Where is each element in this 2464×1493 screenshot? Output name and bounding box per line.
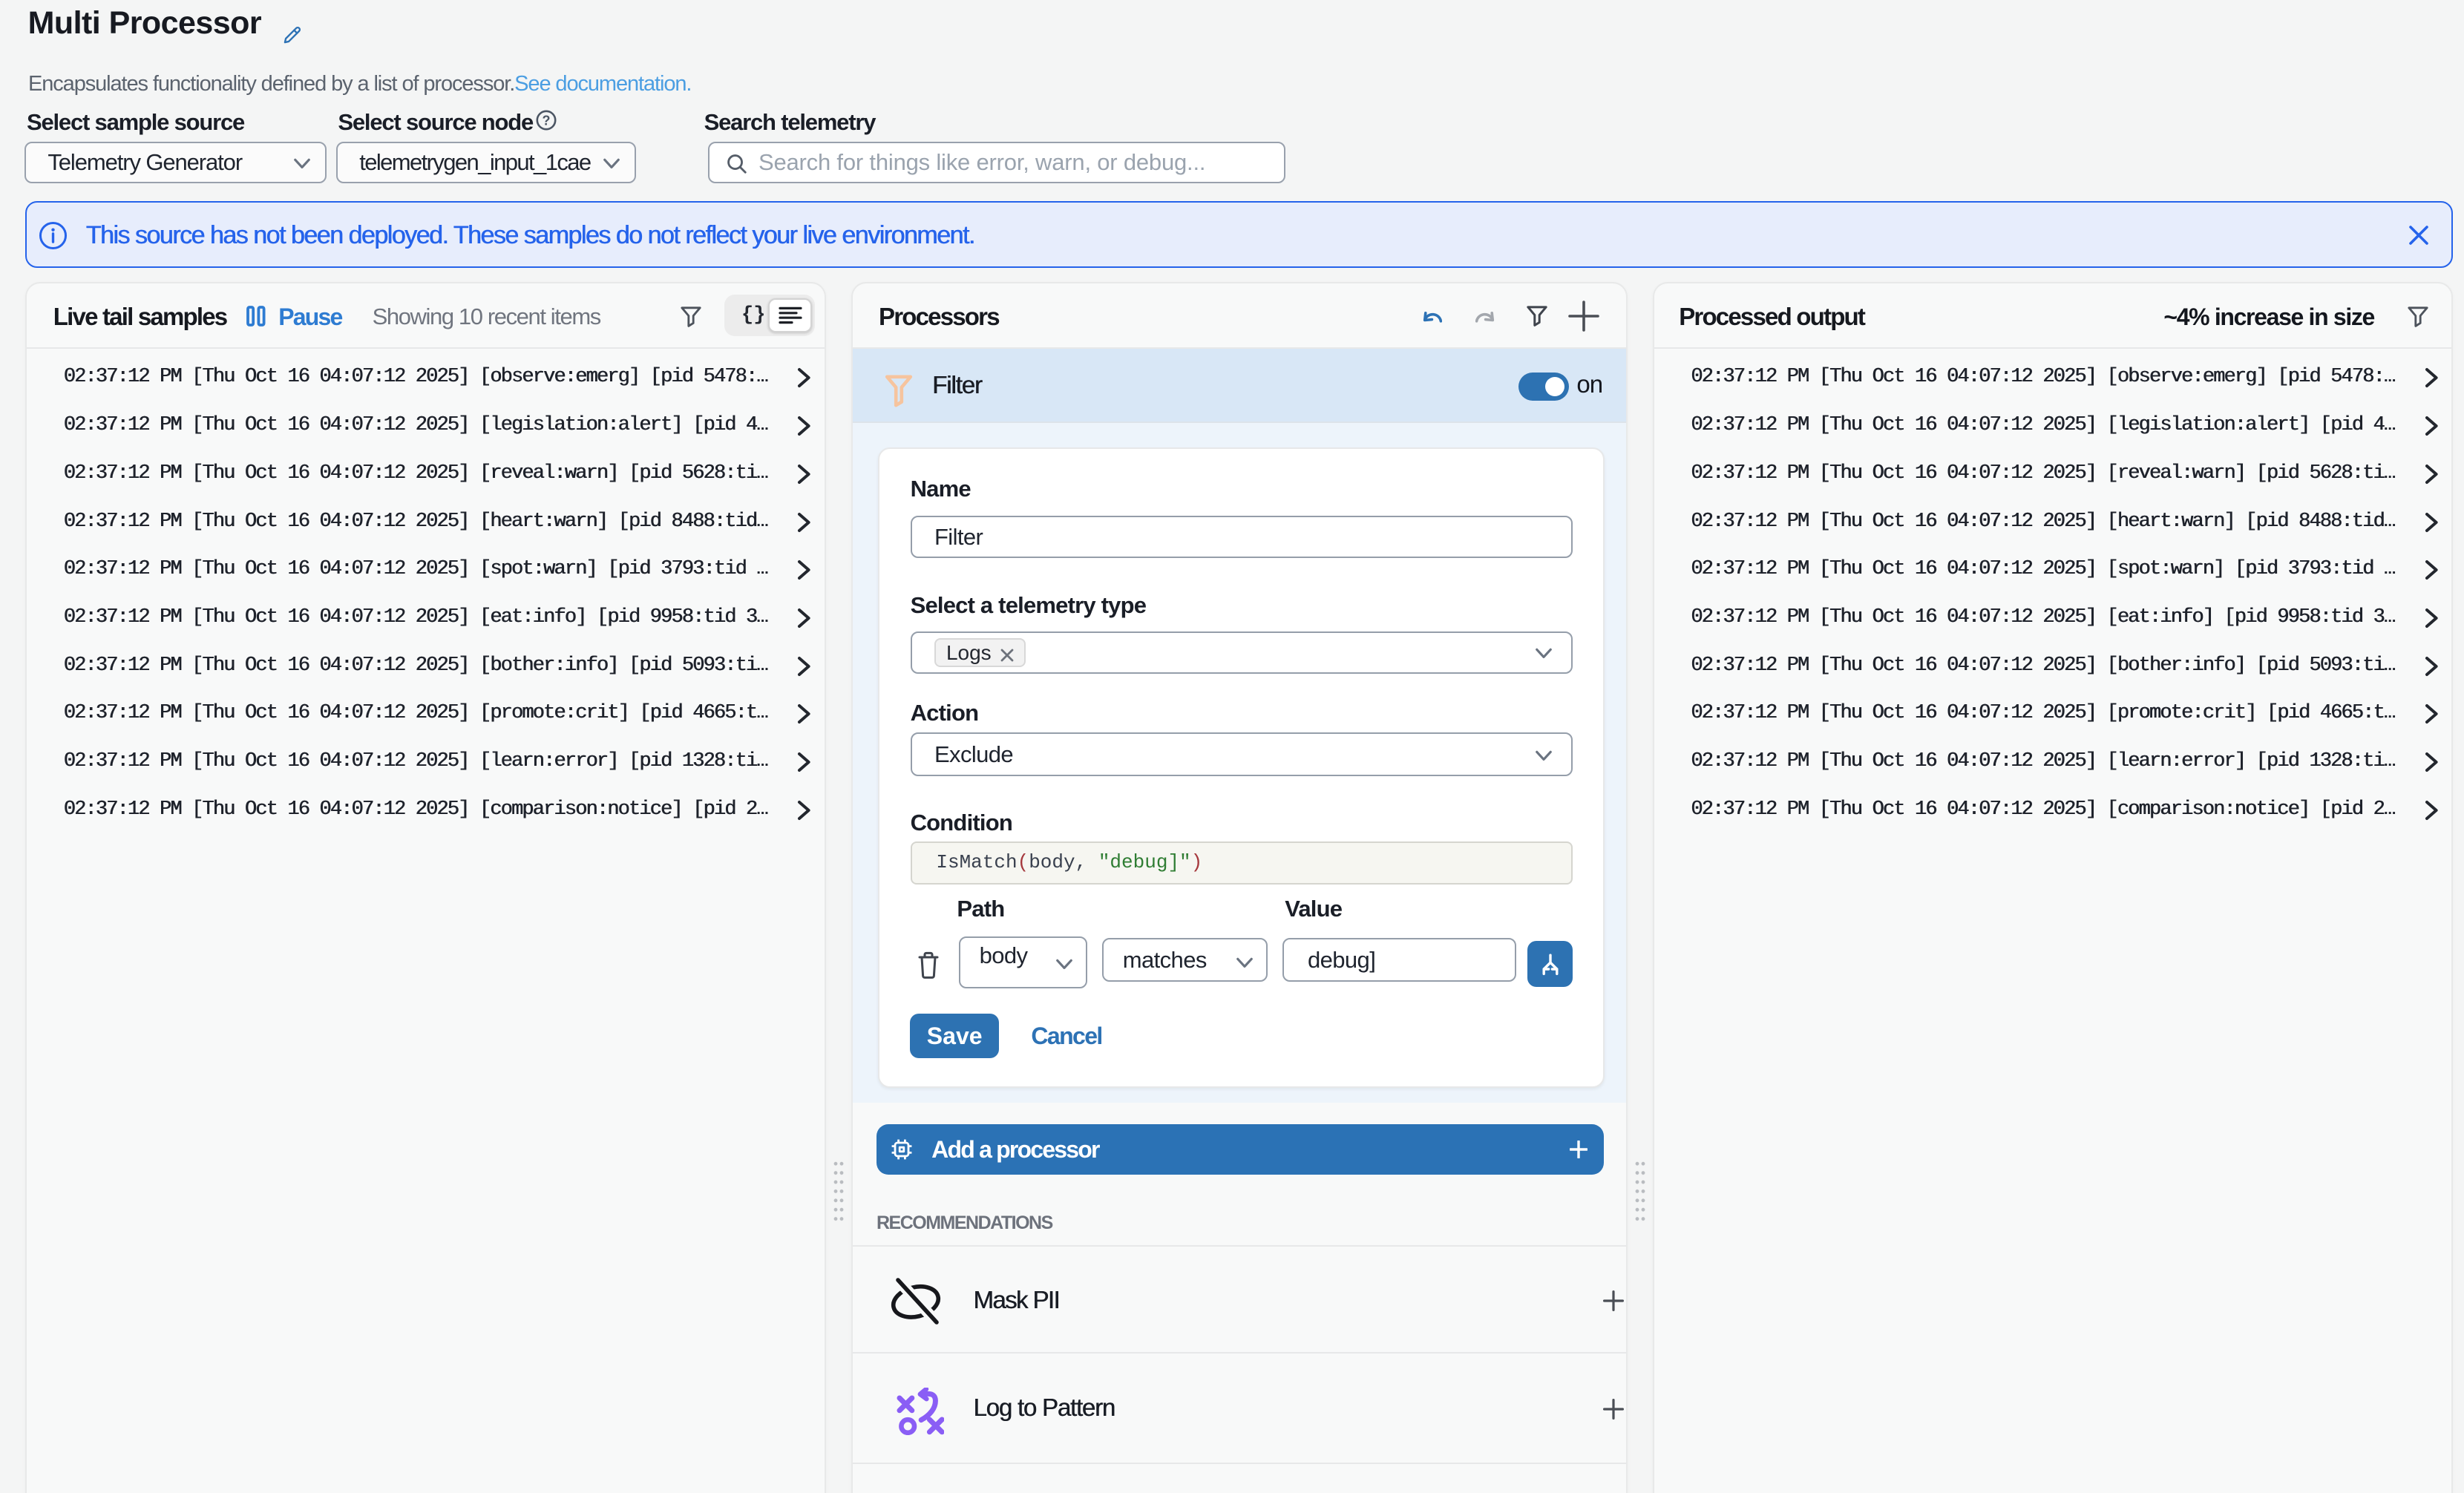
svg-text:?: ? — [543, 113, 551, 128]
